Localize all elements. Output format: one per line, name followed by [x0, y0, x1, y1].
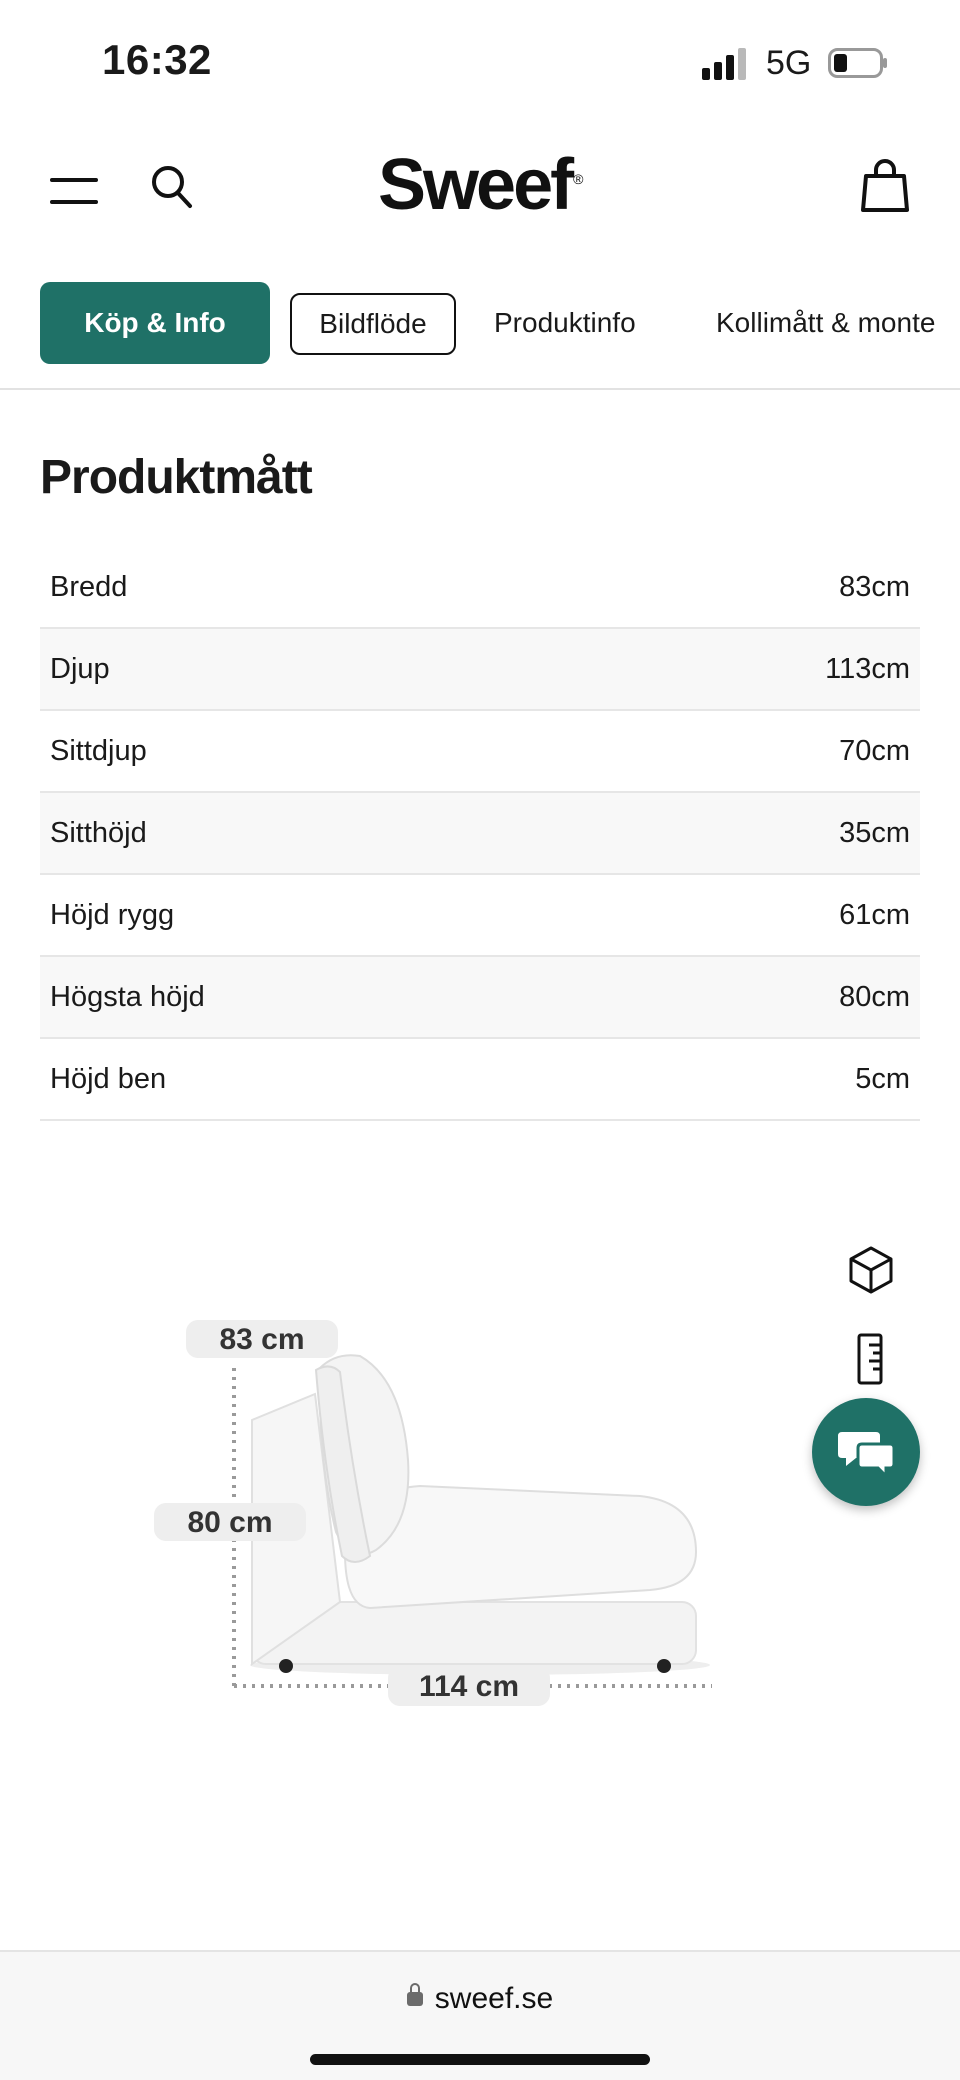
url-text: sweef.se: [434, 1982, 554, 2015]
row-label: Sittdjup: [50, 734, 147, 767]
site-header: Sweef ®: [0, 130, 960, 250]
height-label: 80 cm: [154, 1503, 306, 1541]
row-label: Högsta höjd: [50, 980, 205, 1013]
status-bar: 16:32 5G: [0, 0, 960, 120]
search-icon[interactable]: [150, 164, 194, 210]
home-indicator[interactable]: [310, 2054, 650, 2065]
depth-label: 114 cm: [388, 1666, 550, 1706]
dimensions-table: Bredd 83cm Djup 113cm Sittdjup 70cm Sitthöj…: [40, 547, 920, 1121]
row-value: 83cm: [839, 570, 910, 603]
svg-text:80 cm: 80 cm: [187, 1506, 272, 1539]
row-label: Höjd rygg: [50, 898, 175, 931]
row-value: 80cm: [839, 980, 910, 1013]
browser-bottom-bar: sweef.se: [0, 1950, 960, 2080]
section-tabs: Köp & Info Bildflöde Produktinfo Kollimå…: [0, 282, 960, 390]
table-row: Högsta höjd 80cm: [40, 957, 920, 1039]
table-row: Bredd 83cm: [40, 547, 920, 629]
menu-icon[interactable]: [50, 176, 98, 206]
sweef-logo[interactable]: Sweef ®: [378, 144, 583, 226]
shopping-bag-icon[interactable]: [860, 158, 910, 214]
sofa-module: [250, 1354, 710, 1675]
row-label: Bredd: [50, 570, 128, 603]
row-value: 35cm: [839, 816, 910, 849]
lock-icon: [406, 1983, 423, 2006]
row-value: 70cm: [839, 734, 910, 767]
table-row: Sitthöjd 35cm: [40, 793, 920, 875]
tab-buy-info[interactable]: Köp & Info: [40, 282, 270, 364]
svg-text:83 cm: 83 cm: [219, 1323, 304, 1356]
3d-view-icon[interactable]: [846, 1244, 896, 1296]
row-label: Djup: [50, 652, 110, 685]
status-time: 16:32: [102, 36, 212, 83]
svg-text:114 cm: 114 cm: [419, 1670, 519, 1703]
tab-product-info[interactable]: Produktinfo: [494, 282, 664, 364]
row-value: 61cm: [839, 898, 910, 931]
battery-icon: [828, 48, 887, 78]
network-label: 5G: [766, 44, 812, 82]
tab-image-feed[interactable]: Bildflöde: [290, 293, 456, 355]
table-row: Sittdjup 70cm: [40, 711, 920, 793]
row-label: Sitthöjd: [50, 816, 147, 849]
product-dimension-image[interactable]: 83 cm 80 cm 114 cm: [140, 1310, 740, 1710]
row-value: 5cm: [855, 1062, 910, 1095]
table-row: Djup 113cm: [40, 629, 920, 711]
section-title: Produktmått: [40, 451, 313, 504]
chat-icon: [838, 1432, 896, 1478]
table-row: Höjd ben 5cm: [40, 1039, 920, 1121]
table-row: Höjd rygg 61cm: [40, 875, 920, 957]
url-bar[interactable]: sweef.se: [0, 1982, 960, 2016]
chat-button[interactable]: [812, 1398, 920, 1506]
tab-package-dimensions[interactable]: Kollimått & monte: [716, 282, 960, 364]
ruler-icon[interactable]: [856, 1332, 886, 1386]
signal-icon: [702, 48, 750, 80]
width-label: 83 cm: [186, 1320, 338, 1358]
row-value: 113cm: [825, 652, 910, 685]
row-label: Höjd ben: [50, 1062, 167, 1095]
